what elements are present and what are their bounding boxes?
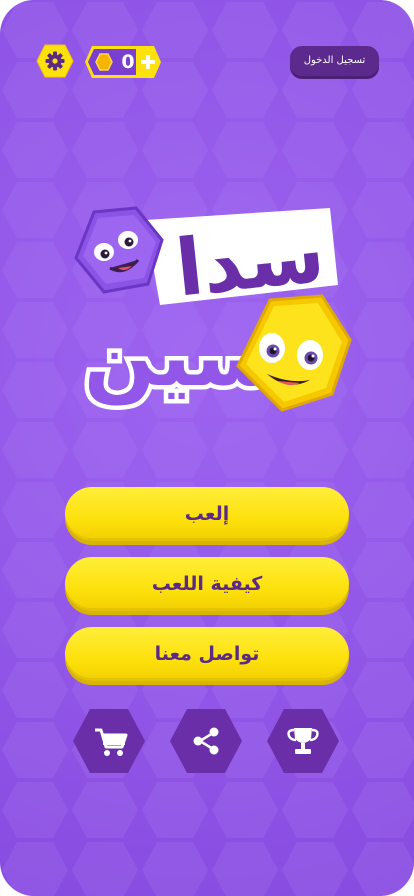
contact-us-button[interactable]: تواصل معنا: [65, 627, 349, 681]
coin-counter: 0: [84, 45, 162, 79]
gear-icon: [36, 44, 74, 78]
leaderboard-button[interactable]: [265, 707, 341, 775]
coin-icon: [95, 53, 113, 71]
settings-button[interactable]: [36, 44, 74, 78]
game-logo: سدا سين: [74, 206, 352, 412]
share-button[interactable]: [168, 707, 244, 775]
coin-count: 0: [121, 51, 135, 73]
plus-icon[interactable]: [141, 55, 155, 69]
login-button[interactable]: تسجيل الدخول: [290, 46, 379, 76]
shop-button[interactable]: [71, 707, 147, 775]
main-menu-screen: 0 تسجيل الدخول سدا سين إلعب كيفية اللعب …: [0, 0, 414, 896]
how-to-play-button[interactable]: كيفية اللعب: [65, 557, 349, 611]
play-button[interactable]: إلعب: [65, 487, 349, 541]
